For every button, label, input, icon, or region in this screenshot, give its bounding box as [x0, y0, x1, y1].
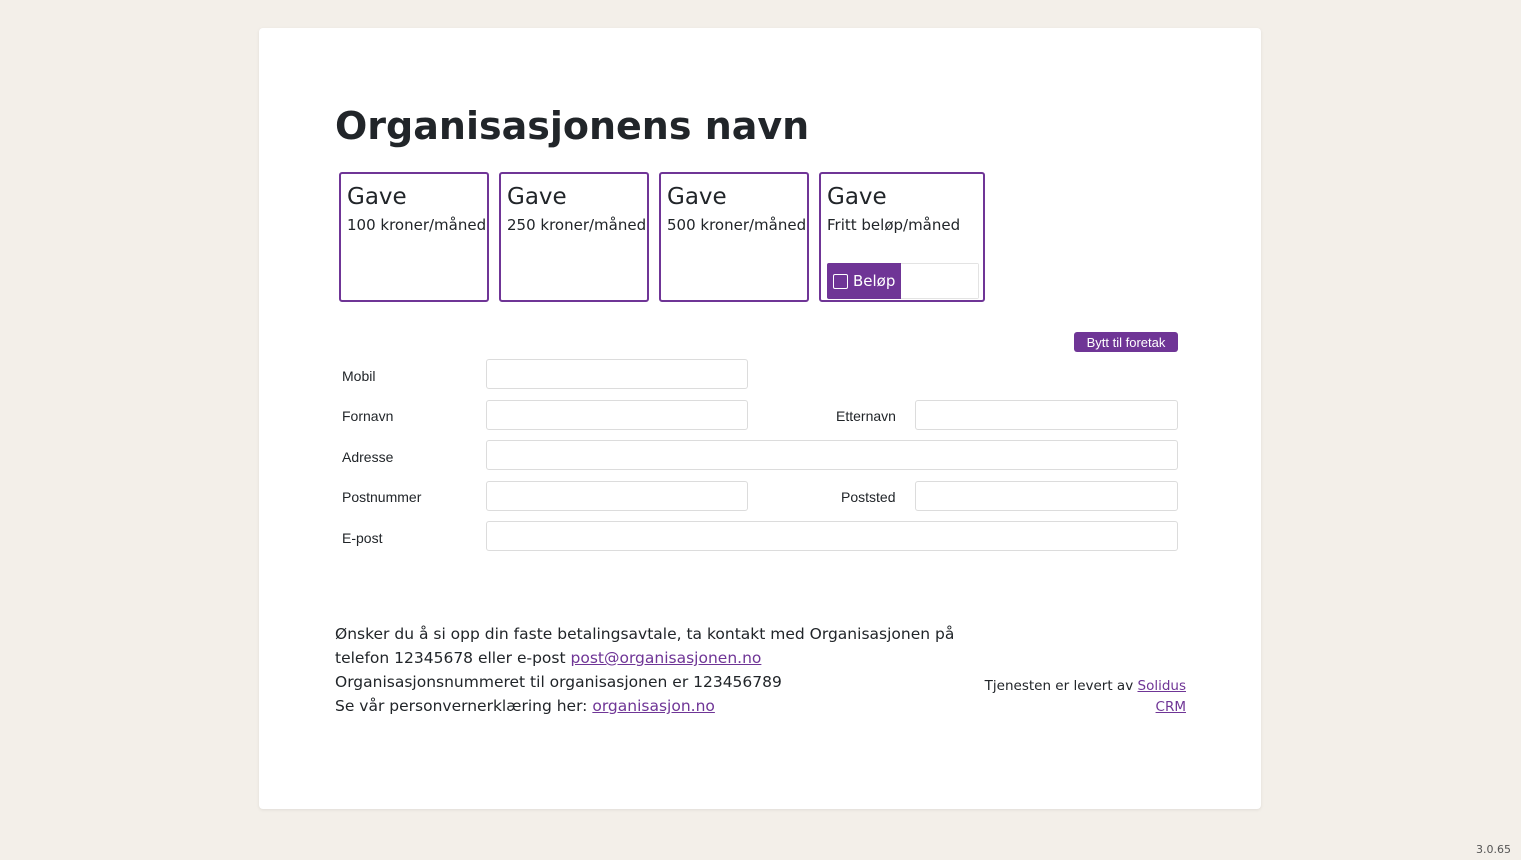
custom-amount-input[interactable] — [901, 264, 978, 298]
gift-title: Gave — [507, 184, 567, 210]
org-number-text: Organisasjonsnummeret til organisasjonen… — [335, 673, 782, 691]
mobile-label: Mobil — [342, 368, 376, 384]
privacy-link[interactable]: organisasjon.no — [592, 697, 715, 715]
form-card: Organisasjonens navn Gave 100 kroner/mån… — [259, 28, 1261, 809]
custom-amount-group: Beløp — [827, 263, 979, 299]
gift-option-500[interactable]: Gave 500 kroner/måned — [659, 172, 809, 302]
solidus-crm-link[interactable]: Solidus CRM — [1138, 678, 1187, 715]
last-name-input[interactable] — [915, 400, 1178, 430]
city-input[interactable] — [915, 481, 1178, 511]
first-name-input[interactable] — [486, 400, 748, 430]
contact-email-link[interactable]: post@organisasjonen.no — [571, 649, 762, 667]
privacy-text: Se vår personvernerklæring her: — [335, 697, 588, 715]
postcode-label: Postnummer — [342, 489, 422, 505]
gift-amount: Fritt beløp/måned — [827, 216, 961, 235]
email-input[interactable] — [486, 521, 1178, 551]
checkbox-icon — [833, 273, 848, 289]
credit-text: Tjenesten er levert av — [984, 678, 1134, 694]
custom-amount-label: Beløp — [853, 272, 896, 290]
gift-option-100[interactable]: Gave 100 kroner/måned — [339, 172, 489, 302]
address-input[interactable] — [486, 440, 1178, 470]
gift-option-custom[interactable]: Gave Fritt beløp/måned Beløp — [819, 172, 985, 302]
mobile-input[interactable] — [486, 359, 748, 389]
gift-amount: 500 kroner/måned — [667, 216, 807, 235]
gift-title: Gave — [347, 184, 407, 210]
service-credit: Tjenesten er levert av Solidus CRM — [979, 676, 1186, 718]
gift-amount: 100 kroner/måned — [347, 216, 487, 235]
gift-amount: 250 kroner/måned — [507, 216, 647, 235]
switch-to-company-button[interactable]: Bytt til foretak — [1074, 332, 1178, 352]
gift-title: Gave — [827, 184, 887, 210]
custom-amount-toggle[interactable]: Beløp — [827, 263, 902, 299]
first-name-label: Fornavn — [342, 408, 394, 424]
cancellation-info: Ønsker du å si opp din faste betalingsav… — [335, 622, 975, 718]
page-title: Organisasjonens navn — [335, 104, 810, 148]
address-label: Adresse — [342, 449, 394, 465]
postcode-input[interactable] — [486, 481, 748, 511]
email-label: E-post — [342, 530, 383, 546]
gift-title: Gave — [667, 184, 727, 210]
version-label: 3.0.65 — [1476, 843, 1511, 856]
last-name-label: Etternavn — [836, 408, 896, 424]
city-label: Poststed — [841, 489, 896, 505]
gift-option-250[interactable]: Gave 250 kroner/måned — [499, 172, 649, 302]
